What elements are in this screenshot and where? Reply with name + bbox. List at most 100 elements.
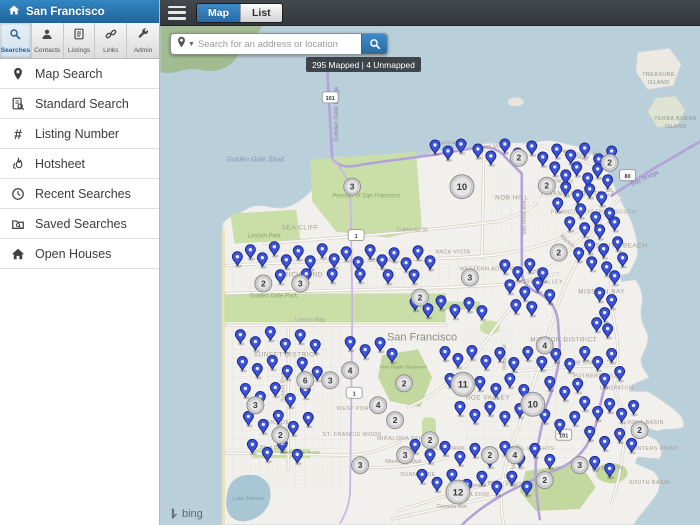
listing-pin[interactable] — [280, 339, 290, 355]
listing-pin[interactable] — [607, 295, 617, 311]
listing-pin[interactable] — [450, 305, 460, 321]
map-search-input[interactable] — [198, 39, 361, 50]
listing-cluster[interactable]: 3 — [352, 457, 369, 474]
listing-pin[interactable] — [580, 396, 590, 412]
menu-item-standard-search[interactable]: Standard Search — [0, 89, 159, 119]
listing-pin[interactable] — [500, 260, 510, 276]
listing-pin[interactable] — [453, 354, 463, 370]
listing-pin[interactable] — [561, 182, 571, 198]
listing-pin[interactable] — [430, 140, 440, 156]
listing-pin[interactable] — [477, 306, 487, 322]
listing-pin[interactable] — [593, 164, 603, 180]
listing-pin[interactable] — [610, 271, 620, 287]
listing-pin[interactable] — [615, 367, 625, 383]
listing-cluster[interactable]: 2 — [422, 432, 439, 449]
listing-cluster[interactable]: 4 — [370, 397, 387, 414]
listing-pin[interactable] — [580, 347, 590, 363]
listing-pin[interactable] — [329, 254, 339, 270]
listing-pin[interactable] — [467, 346, 477, 362]
listing-pin[interactable] — [522, 481, 532, 497]
listing-pin[interactable] — [262, 447, 272, 463]
listing-pin[interactable] — [565, 217, 575, 233]
listing-pin[interactable] — [592, 318, 602, 334]
listing-pin[interactable] — [485, 401, 495, 417]
listing-pin[interactable] — [527, 141, 537, 157]
listing-cluster[interactable]: 4 — [506, 447, 523, 464]
app-header[interactable]: San Francisco — [0, 0, 159, 23]
listing-pin[interactable] — [232, 252, 242, 268]
listing-pin[interactable] — [595, 225, 605, 241]
listing-pin[interactable] — [417, 469, 427, 485]
listing-pin[interactable] — [423, 304, 433, 320]
listing-pin[interactable] — [475, 376, 485, 392]
listing-pin[interactable] — [593, 406, 603, 422]
listing-pin[interactable] — [477, 471, 487, 487]
map-view-button[interactable]: Map — [197, 4, 240, 22]
listing-cluster[interactable]: 2 — [387, 412, 404, 429]
map-canvas[interactable]: Golden Gate StraitTREASUREISLANDYERBA BU… — [160, 26, 700, 525]
menu-item-map-search[interactable]: Map Search — [0, 59, 159, 89]
list-view-button[interactable]: List — [240, 4, 282, 22]
listing-pin[interactable] — [523, 347, 533, 363]
listing-pin[interactable] — [500, 139, 510, 155]
listing-pin[interactable] — [375, 338, 385, 354]
listing-cluster[interactable]: 2 — [481, 447, 498, 464]
listing-pin[interactable] — [600, 436, 610, 452]
listing-cluster[interactable]: 3 — [461, 269, 478, 286]
listing-pin[interactable] — [629, 400, 639, 416]
listing-pin[interactable] — [355, 269, 365, 285]
listing-pin[interactable] — [599, 244, 609, 260]
menu-item-recent-searches[interactable]: Recent Searches — [0, 179, 159, 209]
listing-pin[interactable] — [587, 257, 597, 273]
listing-pin[interactable] — [409, 270, 419, 286]
menu-icon[interactable] — [168, 6, 186, 20]
listing-pin[interactable] — [297, 358, 307, 374]
listing-pin[interactable] — [570, 411, 580, 427]
listing-pin[interactable] — [401, 258, 411, 274]
listing-pin[interactable] — [377, 255, 387, 271]
listing-pin[interactable] — [275, 270, 285, 286]
listing-pin[interactable] — [573, 190, 583, 206]
listing-pin[interactable] — [327, 269, 337, 285]
listing-pin[interactable] — [533, 278, 543, 294]
listing-pin[interactable] — [525, 259, 535, 275]
menu-item-open-houses[interactable]: Open Houses — [0, 239, 159, 269]
listing-pin[interactable] — [267, 356, 277, 372]
listing-pin[interactable] — [455, 451, 465, 467]
listing-pin[interactable] — [252, 364, 262, 380]
listing-pin[interactable] — [243, 411, 253, 427]
listing-pin[interactable] — [303, 412, 313, 428]
listing-pin[interactable] — [610, 217, 620, 233]
listing-pin[interactable] — [615, 428, 625, 444]
listing-cluster[interactable]: 10 — [521, 392, 545, 416]
listing-pin[interactable] — [545, 454, 555, 470]
listing-pin[interactable] — [432, 477, 442, 493]
listing-pin[interactable] — [560, 386, 570, 402]
listing-pin[interactable] — [237, 357, 247, 373]
listing-pin[interactable] — [270, 382, 280, 398]
listing-cluster[interactable]: 6 — [297, 372, 314, 389]
tab-listings[interactable]: Listings — [64, 23, 96, 58]
tab-searches[interactable]: Searches — [0, 23, 32, 58]
listing-pin[interactable] — [436, 296, 446, 312]
listing-pin[interactable] — [527, 302, 537, 318]
listing-pin[interactable] — [520, 287, 530, 303]
listing-pin[interactable] — [240, 383, 250, 399]
listing-pin[interactable] — [285, 393, 295, 409]
listing-pin[interactable] — [607, 349, 617, 365]
listing-pin[interactable] — [281, 255, 291, 271]
listing-pin[interactable] — [292, 449, 302, 465]
listing-pin[interactable] — [509, 358, 519, 374]
listing-pin[interactable] — [440, 441, 450, 457]
listing-pin[interactable] — [618, 253, 628, 269]
listing-pin[interactable] — [235, 330, 245, 346]
listing-pin[interactable] — [282, 366, 292, 382]
listing-pin[interactable] — [473, 144, 483, 160]
tab-links[interactable]: Links — [95, 23, 127, 58]
tab-admin[interactable]: Admin — [127, 23, 159, 58]
listing-pin[interactable] — [603, 324, 613, 340]
listing-pin[interactable] — [425, 449, 435, 465]
listing-pin[interactable] — [492, 481, 502, 497]
location-type-dropdown[interactable]: ▼ — [171, 35, 198, 53]
listing-pin[interactable] — [507, 471, 517, 487]
